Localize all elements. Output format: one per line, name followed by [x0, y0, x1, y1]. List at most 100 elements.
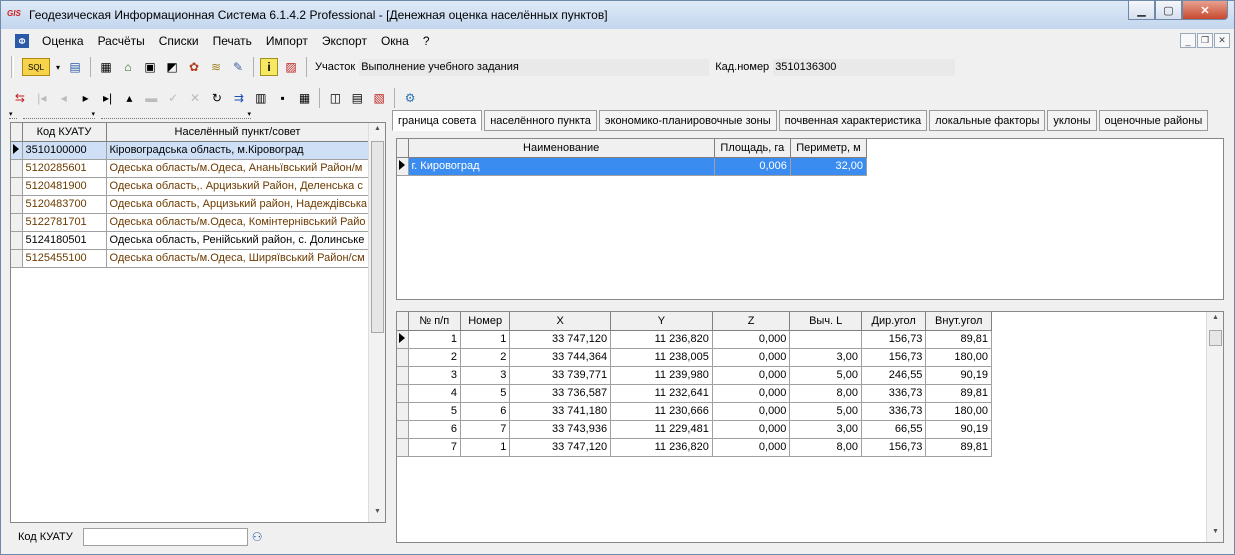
cell-y[interactable]: 11 236,820: [610, 330, 713, 349]
prior-record-icon[interactable]: ◂: [55, 89, 73, 107]
cell-code[interactable]: 5120285601: [22, 159, 107, 178]
cell-x[interactable]: 33 744,364: [509, 348, 612, 367]
cell-npp[interactable]: 7: [408, 438, 461, 457]
filter-icon[interactable]: ⇆: [11, 89, 29, 107]
document-icon[interactable]: Ф: [15, 34, 29, 48]
cell-x[interactable]: 33 747,120: [509, 438, 612, 457]
tab-ekonomiko-planirovochnye-zony[interactable]: экономико-планировочные зоны: [598, 110, 777, 131]
cell-settlement[interactable]: Одеська область/м.Одеса, Комінтернівськи…: [106, 213, 370, 232]
table-row[interactable]: 5120481900 Одеська область,. Арцизький Р…: [11, 177, 370, 196]
last-record-icon[interactable]: ▸|: [99, 89, 117, 107]
cell-npp[interactable]: 1: [408, 330, 461, 349]
cell-nomer[interactable]: 5: [460, 384, 511, 403]
cell-z[interactable]: 0,000: [712, 438, 791, 457]
cell-vnut-ugol[interactable]: 89,81: [925, 384, 992, 403]
col-header-z[interactable]: Z: [712, 312, 791, 331]
cell-settlement[interactable]: Одеська область, Арцизький район, Надежд…: [106, 195, 370, 214]
calc-icon[interactable]: ▤: [348, 89, 366, 107]
cell-dir-ugol[interactable]: 336,73: [861, 384, 927, 403]
mdi-close-button[interactable]: ✕: [1214, 33, 1230, 48]
cell-npp[interactable]: 6: [408, 420, 461, 439]
report-icon[interactable]: ▧: [370, 89, 388, 107]
table-row[interactable]: 1 1 33 747,120 11 236,820 0,000 156,73 8…: [397, 330, 992, 349]
cancel-record-icon[interactable]: ✕: [186, 89, 204, 107]
cell-x[interactable]: 33 739,771: [509, 366, 612, 385]
cell-x[interactable]: 33 743,936: [509, 420, 612, 439]
cell-y[interactable]: 11 238,005: [610, 348, 713, 367]
points-grid-scrollbar[interactable]: ▲ ▼: [1206, 312, 1223, 542]
table-row[interactable]: 5122781701 Одеська область/м.Одеса, Комі…: [11, 213, 370, 232]
col-header-settlement[interactable]: Населённый пункт/совет: [106, 123, 370, 142]
table-row[interactable]: 5120285601 Одеська область/м.Одеса, Анан…: [11, 159, 370, 178]
cell-settlement[interactable]: Одеська область/м.Одеса, Ширяївський Рай…: [106, 249, 370, 268]
mdi-minimize-button[interactable]: _: [1180, 33, 1196, 48]
menu-spiski[interactable]: Списки: [152, 34, 206, 48]
insert-record-icon[interactable]: ▴: [120, 89, 138, 107]
cell-z[interactable]: 0,000: [712, 384, 791, 403]
left-grid-scrollbar[interactable]: ▲ ▼: [368, 123, 385, 522]
col-header-vnut-ugol[interactable]: Внут.угол: [925, 312, 992, 331]
cell-vych-l[interactable]: 3,00: [789, 420, 862, 439]
menu-help[interactable]: ?: [416, 34, 437, 48]
print-icon[interactable]: ▨: [282, 58, 300, 76]
cell-dir-ugol[interactable]: 156,73: [861, 330, 927, 349]
factors-icon[interactable]: ✿: [185, 58, 203, 76]
cell-dir-ugol[interactable]: 156,73: [861, 348, 927, 367]
cell-y[interactable]: 11 236,820: [610, 438, 713, 457]
first-record-icon[interactable]: |◂: [33, 89, 51, 107]
title-bar[interactable]: GIS Геодезическая Информационная Система…: [1, 1, 1234, 29]
cell-vnut-ugol[interactable]: 180,00: [925, 402, 992, 421]
cell-nomer[interactable]: 6: [460, 402, 511, 421]
cell-code[interactable]: 3510100000: [22, 141, 107, 160]
combo-2[interactable]: ▾: [23, 111, 95, 119]
tab-uklony[interactable]: уклоны: [1047, 110, 1097, 131]
cell-settlement[interactable]: Одеська область/м.Одеса, Ананьївський Ра…: [106, 159, 370, 178]
dropdown-arrow-icon[interactable]: ▾: [54, 58, 62, 76]
refresh-icon[interactable]: ↻: [208, 89, 226, 107]
cell-vnut-ugol[interactable]: 90,19: [925, 420, 992, 439]
splitter[interactable]: [396, 301, 1224, 309]
close-button[interactable]: ✕: [1182, 1, 1228, 20]
col-header-vych-l[interactable]: Выч. L: [789, 312, 862, 331]
cell-nomer[interactable]: 1: [460, 330, 511, 349]
cell-vnut-ugol[interactable]: 89,81: [925, 438, 992, 457]
col-header-perimeter[interactable]: Периметр, м: [790, 139, 868, 158]
col-header-nomer[interactable]: Номер: [460, 312, 511, 331]
scroll-down-icon[interactable]: ▼: [369, 508, 386, 520]
table-row[interactable]: 5124180501 Одеська область, Ренійський р…: [11, 231, 370, 250]
cell-vnut-ugol[interactable]: 90,19: [925, 366, 992, 385]
menu-export[interactable]: Экспорт: [315, 34, 374, 48]
cell-settlement[interactable]: Одеська область, Ренійський район, с. До…: [106, 231, 370, 250]
cell-x[interactable]: 33 741,180: [509, 402, 612, 421]
cell-npp[interactable]: 2: [408, 348, 461, 367]
menu-raschety[interactable]: Расчёты: [91, 34, 152, 48]
cell-code[interactable]: 5120483700: [22, 195, 107, 214]
home-icon[interactable]: ⌂: [119, 58, 137, 76]
tab-naselennogo-punkta[interactable]: населённого пункта: [484, 110, 597, 131]
mdi-restore-button[interactable]: ❐: [1197, 33, 1213, 48]
graduation-icon[interactable]: ◩: [163, 58, 181, 76]
menu-pechat[interactable]: Печать: [206, 34, 259, 48]
cell-npp[interactable]: 5: [408, 402, 461, 421]
grid-icon[interactable]: ▦: [296, 89, 314, 107]
cell-dir-ugol[interactable]: 66,55: [861, 420, 927, 439]
map-icon[interactable]: ▣: [141, 58, 159, 76]
cell-code[interactable]: 5120481900: [22, 177, 107, 196]
menu-import[interactable]: Импорт: [259, 34, 315, 48]
sql-icon[interactable]: SQL: [22, 58, 50, 76]
combo-3[interactable]: ▾: [101, 111, 251, 119]
cell-vych-l[interactable]: 5,00: [789, 366, 862, 385]
table-row[interactable]: 2 2 33 744,364 11 238,005 0,000 3,00 156…: [397, 348, 992, 367]
info-icon[interactable]: i: [260, 58, 278, 76]
cell-vych-l[interactable]: 3,00: [789, 348, 862, 367]
export-icon[interactable]: ▥: [252, 89, 270, 107]
cell-z[interactable]: 0,000: [712, 348, 791, 367]
col-header-y[interactable]: Y: [610, 312, 713, 331]
combo-1[interactable]: ▾: [9, 111, 17, 119]
post-record-icon[interactable]: ✓: [164, 89, 182, 107]
cell-y[interactable]: 11 232,641: [610, 384, 713, 403]
next-record-icon[interactable]: ▸: [77, 89, 95, 107]
save-icon[interactable]: ▪: [274, 89, 292, 107]
tab-granica-soveta[interactable]: граница совета: [392, 110, 483, 131]
table-row[interactable]: 6 7 33 743,936 11 229,481 0,000 3,00 66,…: [397, 420, 992, 439]
